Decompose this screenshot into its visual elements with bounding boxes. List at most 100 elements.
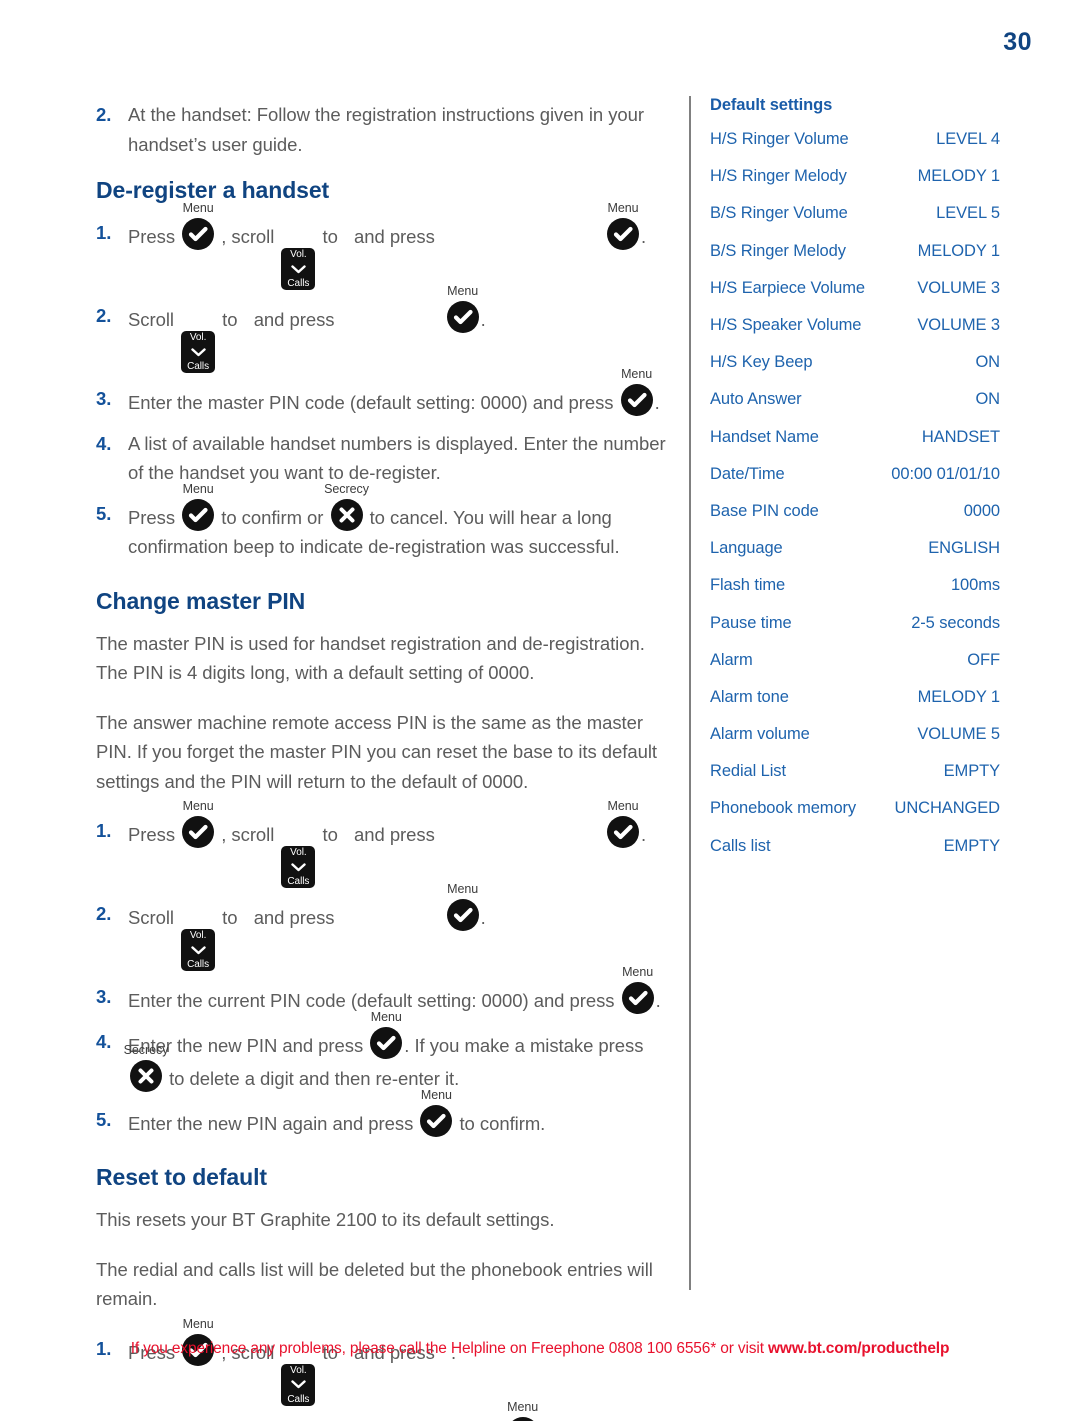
step-text: , scroll [221,824,275,845]
key-menu: Menu [607,800,639,848]
key-caption: Menu [420,1087,452,1102]
default-settings-title: Default settings [710,96,833,114]
manual-page: 30 2. At the handset: Follow the registr… [0,0,1080,1421]
setting-label: Auto Answer [710,390,802,409]
setting-value: 100ms [950,576,1000,595]
setting-value: 2-5 seconds [911,613,1000,632]
table-row: Pause time 2-5 seconds [710,604,1000,641]
step-text: Scroll [128,907,174,928]
table-row: Alarm OFF [710,642,1000,679]
key-caption: Menu [607,201,639,215]
table-row: Language ENGLISH [710,530,1000,567]
table-row: Base PIN code 0000 [710,493,1000,530]
check-icon [607,218,639,250]
setting-label: B/S Ringer Volume [710,204,848,223]
key-menu: Menu [182,800,215,848]
step-number: 2. [96,104,112,125]
chevron-down-icon [291,264,306,274]
step-number: 1. [96,820,112,841]
table-row: Calls list EMPTY [710,828,1000,865]
setting-label: H/S Ringer Melody [710,167,847,186]
list-item: 4. A list of available handset numbers i… [96,429,676,488]
check-icon [621,982,654,1014]
list-item: 1. Press Menu , scroll Vol. Calls to and… [96,800,676,888]
step-text: . [641,226,647,247]
table-row: B/S Ringer Volume LEVEL 5 [710,195,1000,232]
default-settings-table: H/S Ringer Volume LEVEL 4 H/S Ringer Melod… [710,121,1000,865]
list-item: 2. Scroll Vol. Calls to and press Menu [96,285,676,373]
step-text: to confirm. [459,1112,546,1134]
step-text: Press [128,824,176,845]
column-divider [689,96,691,1290]
table-row: H/S Speaker Volume VOLUME 3 [710,307,1000,344]
step-number: 4. [96,432,112,454]
table-row: Redial List EMPTY [710,753,1000,790]
check-icon [370,1026,403,1059]
setting-label: Calls list [710,836,771,855]
key-vol-calls: Vol. Calls [181,331,216,373]
key-caption: Menu [621,367,653,381]
setting-value: MELODY 1 [917,687,1000,706]
key-menu: Menu [506,1400,539,1421]
table-row: Auto Answer ON [710,381,1000,418]
key-label-bottom: Calls [287,1393,310,1405]
step-text: Enter the master PIN code (default setti… [128,392,614,413]
setting-label: Pause time [710,613,792,632]
setting-label: Date/Time [710,464,785,483]
setting-value: OFF [967,650,1000,669]
setting-label: H/S Key Beep [710,353,813,372]
footer-url[interactable]: www.bt.com/producthelp [768,1340,949,1357]
step-text: to confirm or [221,506,324,528]
cross-icon [330,498,363,531]
key-menu: Menu [446,883,479,931]
setting-value: 0000 [963,501,1000,520]
right-column: Default settings H/S Ringer Volume LEVEL … [710,96,1000,865]
table-row: H/S Earpiece Volume VOLUME 3 [710,270,1000,307]
step-text: Press [128,506,176,528]
setting-label: H/S Speaker Volume [710,316,862,335]
key-menu: Menu [370,1010,403,1059]
key-caption: Secrecy [123,1043,169,1057]
key-label-bottom: Calls [187,959,210,970]
step-number: 2. [96,1417,111,1421]
step-text: Enter the new PIN again and press [128,1112,414,1134]
step-text: Press [128,226,176,247]
section-heading-reset-to-default: Reset to default [96,1164,267,1190]
step-text: Scroll [128,309,174,330]
key-secrecy: Secrecy [324,482,369,531]
table-row: Alarm tone MELODY 1 [710,679,1000,716]
table-row: Phonebook memory UNCHANGED [710,790,1000,827]
key-menu: Menu [420,1088,453,1137]
check-icon [506,1416,539,1421]
step-text: . [655,990,661,1011]
step-text: . [654,392,660,413]
setting-value: ON [975,390,1000,409]
setting-value: VOLUME 3 [917,278,1000,297]
table-row: B/S Ringer Melody MELODY 1 [710,233,1000,270]
list-item: 2. At the handset: Follow the registrati… [96,100,676,159]
setting-value: MELODY 1 [917,241,1000,260]
setting-label: Alarm [710,650,753,669]
table-row: Handset Name HANDSET [710,419,1000,456]
list-item: 5. Press Menu to confirm or Secrecy to c… [96,482,676,562]
setting-value: LEVEL 5 [936,204,1000,223]
check-icon [446,301,479,333]
setting-value: ON [975,353,1000,372]
step-text: . [641,824,647,845]
key-caption: Menu [507,1399,539,1414]
setting-label: H/S Earpiece Volume [710,278,865,297]
check-icon [446,899,479,931]
step-text: . [480,907,486,928]
step-text: . If you make a mistake press [404,1034,644,1056]
footer-text: If you experience any problems, please c… [130,1340,769,1357]
key-menu: Menu [446,285,479,333]
key-label-bottom: Calls [187,361,210,372]
step-number: 2. [96,305,112,326]
key-secrecy: Secrecy [124,1044,168,1092]
step-text: to [222,907,238,928]
setting-label: Phonebook memory [710,799,857,818]
key-label-top: Vol. [290,1364,307,1376]
key-caption: Menu [182,799,214,813]
setting-value: UNCHANGED [894,799,1001,818]
key-caption: Menu [622,965,654,979]
